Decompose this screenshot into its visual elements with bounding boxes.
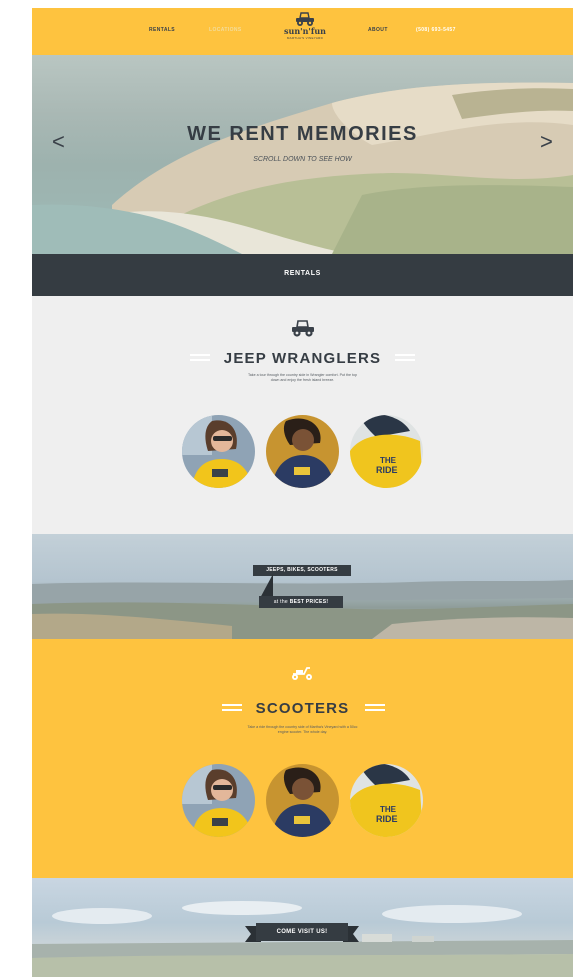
hero-subtitle: SCROLL DOWN TO SEE HOW <box>253 156 352 163</box>
ribbon-emphasis: BEST PRICES! <box>289 599 329 605</box>
logo-name: sun'n'fun <box>284 26 326 36</box>
scooter-icon <box>292 667 312 680</box>
coast-background-image <box>32 580 573 639</box>
visit-us-ribbon[interactable]: COME VISIT US! <box>256 923 348 941</box>
title-decoration-right <box>365 704 385 706</box>
photo-man-navy-shirt[interactable] <box>266 415 339 488</box>
jeep-logo-icon <box>296 12 314 26</box>
nav-phone[interactable]: (508) 693-5457 <box>416 27 456 33</box>
ribbon-prefix: at the <box>273 599 290 605</box>
ribbon-best-prices: at the BEST PRICES! <box>259 596 343 608</box>
visit-banner: COME VISIT US! <box>32 878 573 977</box>
photo-back-yellow-shirt[interactable]: THE RIDE <box>350 764 423 837</box>
title-decoration-right <box>365 709 385 711</box>
section-title: JEEP WRANGLERS <box>223 350 382 367</box>
photo-back-yellow-shirt[interactable]: THE RIDE <box>350 415 423 488</box>
jeep-icon <box>292 320 314 337</box>
nav-locations[interactable]: LOCATIONS <box>209 27 242 33</box>
nav-about[interactable]: ABOUT <box>368 27 388 33</box>
rentals-section-bar: RENTALS <box>32 254 573 296</box>
svg-text:RIDE: RIDE <box>376 465 398 475</box>
scooters-section: SCOOTERS Take a ride through the country… <box>32 639 573 878</box>
jeep-wranglers-section: JEEP WRANGLERS Take a tour through the c… <box>32 296 573 534</box>
rentals-bar-label: RENTALS <box>284 270 321 277</box>
logo-tagline: MARTHA'S VINEYARD <box>286 36 324 40</box>
section-title: SCOOTERS <box>255 700 350 717</box>
nav-rentals[interactable]: RENTALS <box>149 27 175 33</box>
svg-text:RIDE: RIDE <box>376 814 398 824</box>
photo-man-navy-shirt[interactable] <box>266 764 339 837</box>
svg-text:THE: THE <box>380 456 397 465</box>
photo-woman-yellow-shirt[interactable] <box>182 764 255 837</box>
top-navigation: RENTALS LOCATIONS sun'n'fun MARTHA'S VIN… <box>32 8 573 55</box>
deals-banner: JEEPS, BIKES, SCOOTERS at the BEST PRICE… <box>32 534 573 639</box>
page: RENTALS LOCATIONS sun'n'fun MARTHA'S VIN… <box>32 8 573 977</box>
hero-title: WE RENT MEMORIES <box>187 123 418 145</box>
logo[interactable]: sun'n'fun MARTHA'S VINEYARD <box>270 12 340 40</box>
photo-woman-yellow-shirt[interactable] <box>182 415 255 488</box>
hero-cliff-image <box>32 82 573 254</box>
hero-slider: < > WE RENT MEMORIES SCROLL DOWN TO SEE … <box>32 55 573 254</box>
section-description: Take a ride through the country side of … <box>247 725 358 734</box>
title-decoration-right <box>395 354 415 356</box>
title-decoration-right <box>395 359 415 361</box>
svg-text:THE: THE <box>380 805 397 814</box>
section-description: Take a tour through the country side in … <box>247 373 357 382</box>
